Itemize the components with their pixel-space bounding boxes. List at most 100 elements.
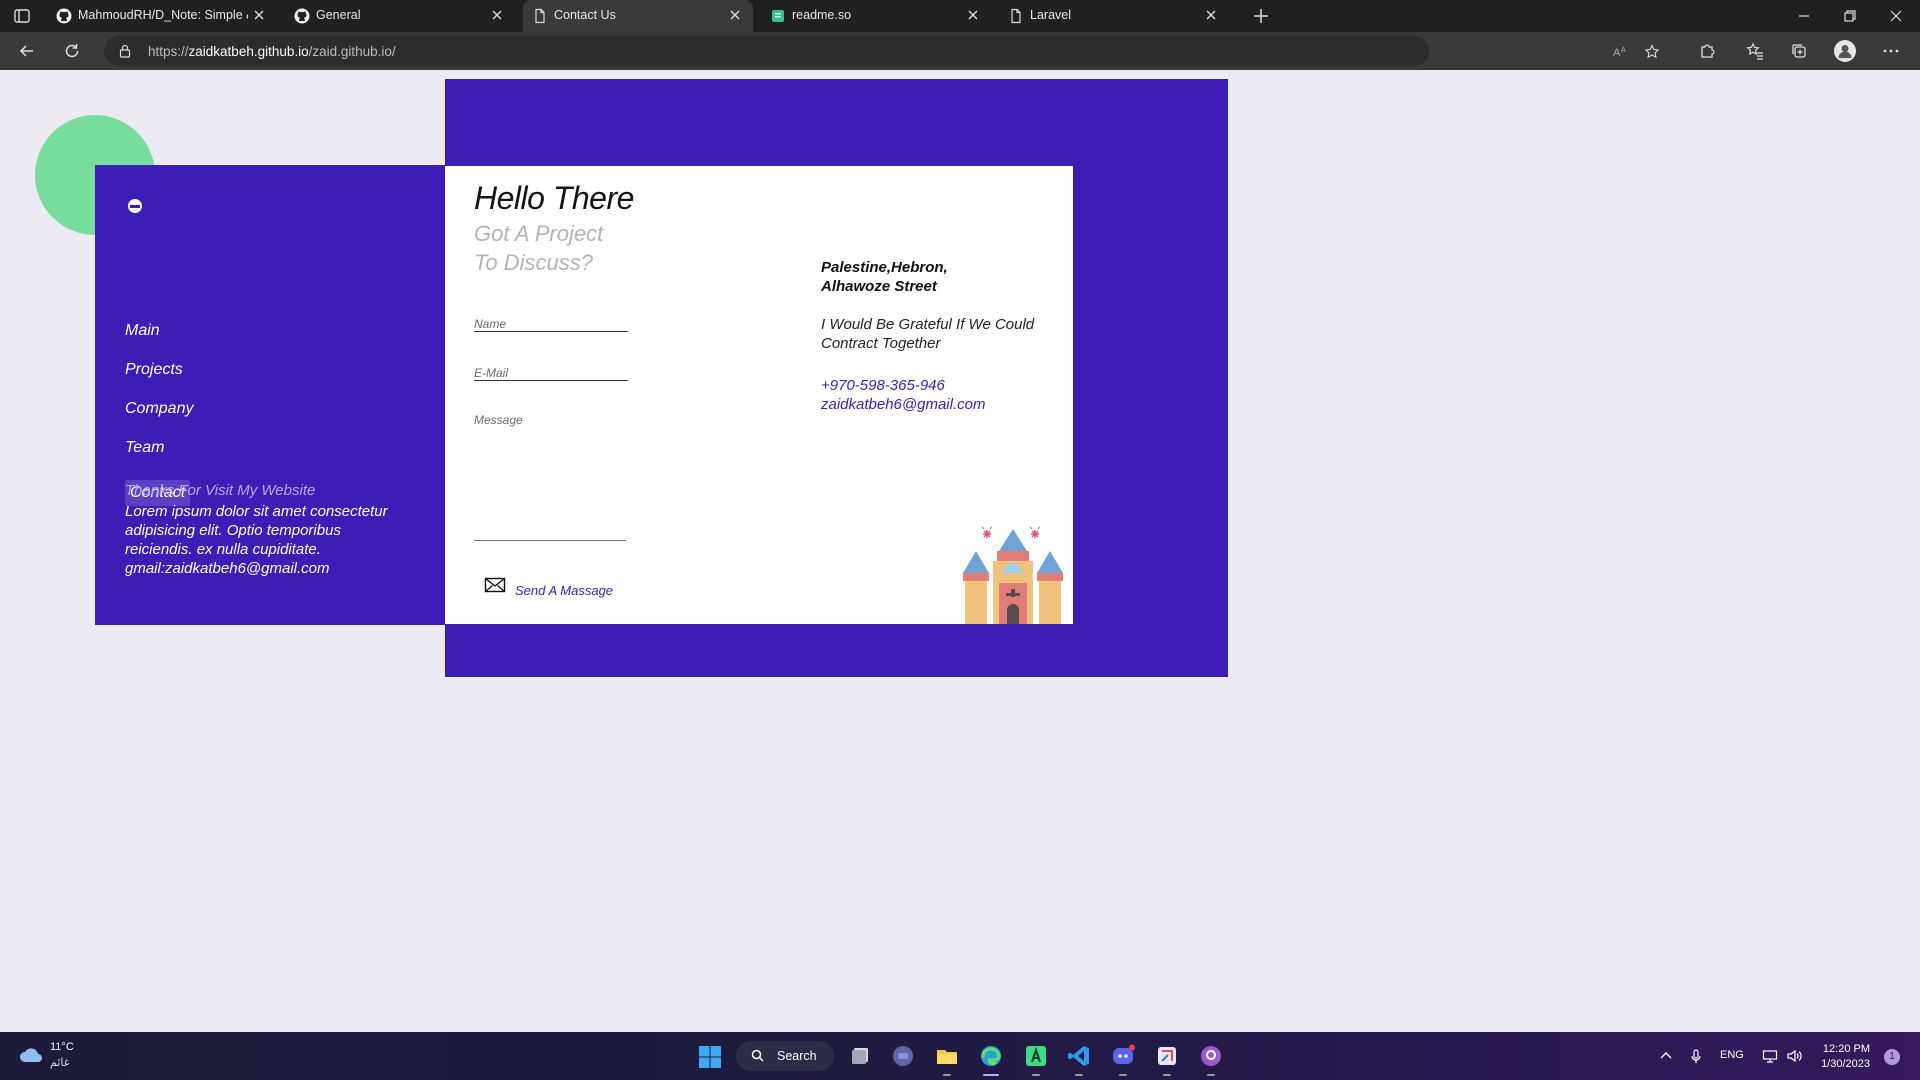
page-title: Hello There xyxy=(474,180,634,216)
restore-icon[interactable] xyxy=(1843,9,1857,23)
favorites-icon[interactable] xyxy=(1746,42,1764,60)
grateful-text: I Would Be Grateful If We Could Contract… xyxy=(821,315,1046,353)
logo-icon[interactable] xyxy=(127,198,143,214)
profile-avatar[interactable] xyxy=(1834,40,1856,62)
edge-icon[interactable] xyxy=(979,1044,1003,1068)
tab-title: Laravel xyxy=(1030,8,1071,22)
running-indicator xyxy=(1119,1074,1127,1076)
sidebar: Main Projects Company Team Contact Thank… xyxy=(95,165,445,625)
url-text[interactable]: https://zaidkatbeh.github.io/zaid.github… xyxy=(148,44,396,59)
sidebar-description-line: Lorem ipsum dolor sit amet consectetur xyxy=(125,503,388,520)
android-studio-icon[interactable] xyxy=(1024,1044,1048,1068)
clock-time: 12:20 PM xyxy=(1822,1043,1870,1055)
close-window-icon[interactable] xyxy=(1889,9,1903,23)
chevron-up-icon[interactable] xyxy=(1658,1048,1674,1064)
network-icon[interactable] xyxy=(1762,1048,1778,1064)
address-bar[interactable]: https://zaidkatbeh.github.io/zaid.github… xyxy=(104,36,1660,66)
sidebar-description-line: reiciendis. ex nulla cupiditate. xyxy=(125,541,321,558)
search-label: Search xyxy=(777,1049,817,1063)
close-tab-icon[interactable] xyxy=(491,9,503,21)
windows-start-icon[interactable] xyxy=(698,1045,722,1069)
lock-icon[interactable] xyxy=(118,44,132,58)
tab-readme-so[interactable]: readme.so xyxy=(761,0,991,32)
page-icon xyxy=(535,8,545,24)
weather-temp[interactable]: 11°C xyxy=(50,1041,74,1053)
name-placeholder: Name xyxy=(474,317,507,331)
minimize-icon[interactable] xyxy=(1797,9,1811,23)
extensions-icon[interactable] xyxy=(1698,42,1716,60)
name-field[interactable]: Name xyxy=(474,316,628,332)
tab-title: Contact Us xyxy=(554,8,616,22)
discord-icon[interactable] xyxy=(1111,1044,1135,1068)
thanks-text: Thanks For Visit My Website xyxy=(125,482,316,499)
add-favorite-icon[interactable] xyxy=(1644,44,1660,60)
castle-illustration xyxy=(963,526,1063,624)
contact-card: Hello There Got A Project To Discuss? Na… xyxy=(445,166,1073,624)
phone-link[interactable]: +970-598-365-946 xyxy=(821,377,945,394)
refresh-icon[interactable] xyxy=(63,42,81,60)
nav-link-projects[interactable]: Projects xyxy=(125,361,183,379)
running-indicator xyxy=(1163,1074,1171,1076)
running-indicator xyxy=(1032,1074,1040,1076)
tab-laravel[interactable]: Laravel xyxy=(999,0,1229,32)
taskbar-search[interactable]: Search xyxy=(736,1041,834,1071)
clock-date: 1/30/2023 xyxy=(1821,1058,1870,1070)
subheading-line: Got A Project xyxy=(474,221,604,246)
readme-icon xyxy=(772,10,784,22)
collections-icon[interactable] xyxy=(1790,42,1808,60)
address: Palestine,Hebron, Alhawoze Street xyxy=(821,258,1021,296)
url-scheme: https:// xyxy=(148,44,189,59)
microphone-icon[interactable] xyxy=(1688,1048,1704,1064)
close-tab-icon[interactable] xyxy=(253,9,265,21)
nav-link-main[interactable]: Main xyxy=(125,322,160,340)
github-icon xyxy=(56,8,72,24)
new-tab-icon[interactable] xyxy=(1252,7,1270,25)
task-view-icon[interactable] xyxy=(849,1044,873,1068)
tab-general[interactable]: General xyxy=(285,0,515,32)
tab-actions-icon[interactable] xyxy=(13,7,31,25)
more-menu-icon[interactable] xyxy=(1882,42,1900,60)
nav-link-company[interactable]: Company xyxy=(125,400,193,418)
tab-title: readme.so xyxy=(792,8,852,22)
active-indicator xyxy=(983,1074,999,1076)
email-field[interactable]: E-Mail xyxy=(474,365,628,381)
envelope-icon xyxy=(484,577,506,593)
user-icon xyxy=(1838,45,1852,58)
subheading-line: To Discuss? xyxy=(474,250,594,275)
tab-contact-us[interactable]: Contact Us xyxy=(523,0,753,32)
read-aloud-icon[interactable]: AA xyxy=(1612,44,1628,60)
cloud-icon[interactable] xyxy=(18,1045,44,1065)
windows-taskbar: 11°C غائم Search ENG 12:20 PM 1/30/2023 … xyxy=(0,1032,1920,1080)
message-field[interactable]: Message xyxy=(474,412,626,541)
notification-badge[interactable]: 1 xyxy=(1884,1049,1900,1065)
url-host: zaidkatbeh.github.io xyxy=(188,44,309,59)
snipping-tool-icon[interactable] xyxy=(1155,1044,1179,1068)
page-viewport: Main Projects Company Team Contact Thank… xyxy=(0,70,1920,1032)
vscode-icon[interactable] xyxy=(1067,1044,1091,1068)
tab-d-note[interactable]: MahmoudRH/D_Note: Simple & xyxy=(47,0,277,32)
close-tab-icon[interactable] xyxy=(967,9,979,21)
svg-text:A: A xyxy=(1613,47,1621,59)
back-arrow-icon[interactable] xyxy=(18,42,36,60)
address-line: Alhawoze Street xyxy=(821,278,937,295)
weather-description[interactable]: غائم xyxy=(50,1056,70,1069)
close-tab-icon[interactable] xyxy=(729,9,741,21)
running-indicator xyxy=(1207,1074,1215,1076)
volume-icon[interactable] xyxy=(1786,1048,1802,1064)
close-tab-icon[interactable] xyxy=(1205,9,1217,21)
nav-link-team[interactable]: Team xyxy=(125,439,164,457)
taskbar-clock[interactable]: 12:20 PM 1/30/2023 xyxy=(1806,1042,1870,1072)
svg-text:A: A xyxy=(1621,47,1626,54)
github-icon xyxy=(294,8,310,24)
sidebar-description: Lorem ipsum dolor sit amet consectetur a… xyxy=(125,502,425,578)
github-desktop-icon[interactable] xyxy=(1199,1044,1223,1068)
email-link[interactable]: zaidkatbeh6@gmail.com xyxy=(821,396,985,413)
chat-icon[interactable] xyxy=(891,1044,915,1068)
sidebar-description-line: adipisicing elit. Optio temporibus xyxy=(125,522,341,539)
browser-tab-strip: MahmoudRH/D_Note: Simple & General Conta… xyxy=(0,0,1920,32)
url-path: /zaid.github.io/ xyxy=(308,44,396,59)
language-indicator[interactable]: ENG xyxy=(1720,1049,1744,1061)
page-icon xyxy=(1011,8,1021,24)
search-icon xyxy=(751,1049,764,1062)
file-explorer-icon[interactable] xyxy=(935,1044,959,1068)
